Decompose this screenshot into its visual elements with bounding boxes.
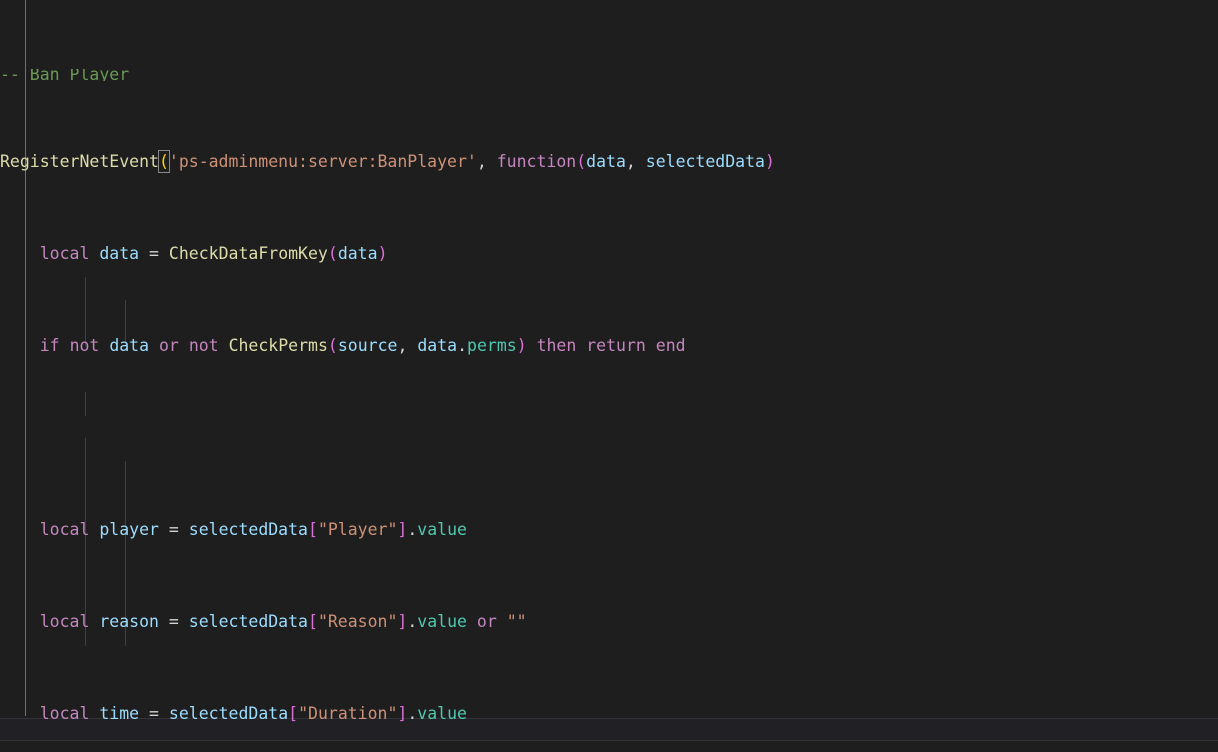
- bracket-open-sq-2: [: [308, 612, 318, 631]
- token-assign-1: =: [149, 244, 159, 263]
- token-selecteddata-1: selectedData: [188, 520, 308, 539]
- token-perms: perms: [467, 336, 517, 355]
- token-var-player: player: [99, 520, 159, 539]
- code-line-5-blank: [0, 426, 1218, 449]
- token-if-1: if: [39, 336, 60, 355]
- token-data-2: data: [417, 336, 458, 355]
- token-var-data: data: [99, 244, 140, 263]
- token-return-1: return: [586, 336, 646, 355]
- token-empty-string: "": [506, 612, 527, 631]
- token-end-1: end: [655, 336, 686, 355]
- token-or-1: or: [159, 336, 179, 355]
- bracket-close-cp: ): [516, 336, 527, 355]
- code-line-2[interactable]: RegisterNetEvent('ps-adminmenu:server:Ba…: [0, 150, 1218, 173]
- bracket-close-params: ): [764, 152, 775, 171]
- code-line-3[interactable]: local data = CheckDataFromKey(data): [0, 242, 1218, 265]
- comment-ban-player: -- Ban Player: [0, 69, 130, 81]
- token-local-1: local: [39, 244, 90, 263]
- token-checkperms: CheckPerms: [228, 336, 328, 355]
- token-comma: ,: [476, 152, 497, 171]
- token-arg-data: data: [337, 244, 378, 263]
- token-local-2: local: [39, 520, 90, 539]
- bracket-open-cdfk: (: [327, 244, 338, 263]
- token-var-reason: reason: [99, 612, 159, 631]
- bracket-open-match: (: [157, 150, 170, 173]
- bracket-close-cdfk: ): [377, 244, 388, 263]
- token-assign-2: =: [168, 520, 179, 539]
- token-event-name: 'ps-adminmenu:server:BanPlayer': [168, 152, 477, 171]
- code-editor[interactable]: -- Ban Player RegisterNetEvent('ps-admin…: [0, 0, 1218, 752]
- code-line-4[interactable]: if not data or not CheckPerms(source, da…: [0, 334, 1218, 357]
- token-checkdatafromkey: CheckDataFromKey: [168, 244, 328, 263]
- code-line-7[interactable]: local reason = selectedData["Reason"].va…: [0, 610, 1218, 633]
- bracket-open-params: (: [576, 152, 587, 171]
- token-register-net-event: RegisterNetEvent: [0, 152, 159, 171]
- code-line-8[interactable]: local time = selectedData["Duration"].va…: [0, 702, 1218, 725]
- token-not-1: not: [69, 336, 100, 355]
- token-comma3: ,: [397, 336, 418, 355]
- token-function-keyword: function: [496, 152, 577, 171]
- token-then-1: then: [536, 336, 577, 355]
- bracket-close-sq-1: ]: [397, 520, 408, 539]
- bracket-close-sq-2: ]: [397, 612, 408, 631]
- token-var-time: time: [99, 704, 140, 723]
- token-value-3: value: [417, 704, 467, 723]
- token-selecteddata-3: selectedData: [168, 704, 289, 723]
- token-value-1: value: [417, 520, 467, 539]
- code-line-6[interactable]: local player = selectedData["Player"].va…: [0, 518, 1218, 541]
- bracket-open-sq-1: [: [308, 520, 318, 539]
- token-param-selecteddata: selectedData: [645, 152, 765, 171]
- bracket-close-sq-3: ]: [397, 704, 408, 723]
- token-param-data: data: [586, 152, 626, 171]
- token-key-player: "Player": [317, 520, 398, 539]
- bracket-open-sq-3: [: [288, 704, 299, 723]
- token-dot-4: .: [407, 704, 418, 723]
- token-comma2: ,: [625, 152, 646, 171]
- bracket-open-cp: (: [327, 336, 338, 355]
- token-key-reason: "Reason": [317, 612, 398, 631]
- token-selecteddata-2: selectedData: [188, 612, 308, 631]
- token-local-3: local: [39, 612, 90, 631]
- code-line-1[interactable]: -- Ban Player: [0, 69, 1218, 81]
- token-value-2: value: [417, 612, 467, 631]
- token-or-2: or: [476, 612, 497, 631]
- token-data-check: data: [109, 336, 150, 355]
- code-content[interactable]: -- Ban Player RegisterNetEvent('ps-admin…: [0, 0, 1218, 752]
- token-source-1: source: [337, 336, 398, 355]
- token-dot-1: .: [457, 336, 468, 355]
- token-dot-3: .: [407, 612, 418, 631]
- token-local-4: local: [39, 704, 90, 723]
- token-assign-3: =: [168, 612, 179, 631]
- token-key-duration: "Duration": [298, 704, 398, 723]
- token-not-2: not: [188, 336, 219, 355]
- token-assign-4: =: [149, 704, 159, 723]
- token-dot-2: .: [407, 520, 418, 539]
